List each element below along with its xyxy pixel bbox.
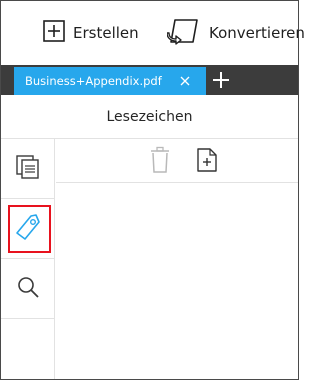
close-icon[interactable] bbox=[177, 73, 193, 89]
tab-strip: Business+Appendix.pdf bbox=[1, 65, 298, 95]
add-page-icon bbox=[196, 147, 218, 177]
panel-title: Lesezeichen bbox=[106, 108, 193, 125]
convert-doc-icon bbox=[166, 17, 201, 49]
delete-bookmark-button[interactable] bbox=[146, 146, 174, 178]
new-tab-plus-icon[interactable] bbox=[211, 70, 231, 90]
create-button[interactable]: Erstellen bbox=[43, 16, 139, 50]
selection-highlight bbox=[8, 205, 51, 253]
app-window: Erstellen Konvertieren Business+Appendix… bbox=[0, 0, 305, 380]
tab-title: Business+Appendix.pdf bbox=[25, 74, 162, 88]
convert-button[interactable]: Konvertieren bbox=[166, 16, 305, 50]
left-sidebar bbox=[1, 139, 55, 379]
add-bookmark-button[interactable] bbox=[193, 147, 221, 177]
search-icon bbox=[16, 275, 40, 303]
thumbnails-icon bbox=[15, 154, 41, 184]
convert-label: Konvertieren bbox=[209, 24, 305, 42]
plus-box-icon bbox=[43, 20, 65, 46]
tab-business-appendix[interactable]: Business+Appendix.pdf bbox=[14, 67, 206, 95]
sidebar-item-search[interactable] bbox=[1, 259, 55, 319]
sidebar-item-bookmarks[interactable] bbox=[1, 199, 55, 259]
create-label: Erstellen bbox=[73, 24, 139, 42]
trash-icon bbox=[149, 146, 171, 178]
main-toolbar: Erstellen Konvertieren bbox=[1, 1, 305, 65]
bookmarks-toolbar bbox=[56, 139, 298, 183]
sidebar-item-thumbnails[interactable] bbox=[1, 139, 55, 199]
bookmarks-panel-header: Lesezeichen bbox=[1, 95, 298, 139]
